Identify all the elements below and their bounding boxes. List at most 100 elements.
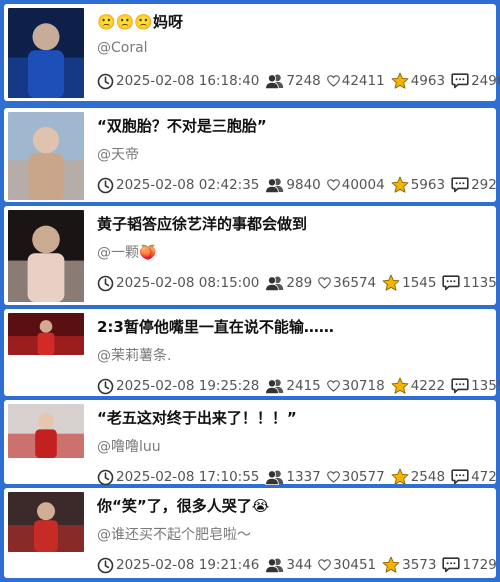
- post-stats: 2025-02-08 19:25:28 2415 30718 4222 135: [97, 377, 500, 395]
- post-likes: 40004: [341, 177, 385, 193]
- thumbnail-image: [8, 210, 84, 302]
- post-thumbnail[interactable]: [8, 8, 84, 98]
- stat-time: 2025-02-08 19:21:46: [97, 557, 259, 574]
- stat-comments[interactable]: 1729: [442, 557, 497, 573]
- post-author[interactable]: @茉莉薯条.: [97, 345, 171, 365]
- thumbnail-image: [8, 8, 84, 98]
- post-card[interactable]: 黄子韬答应徐艺洋的事都会做到 @一颗🍑 2025-02-08 08:15:00 …: [4, 206, 497, 305]
- clock-icon: [97, 557, 114, 573]
- star-icon: [391, 377, 409, 394]
- stat-comments[interactable]: 1359: [451, 378, 500, 394]
- post-likes: 42411: [341, 73, 385, 89]
- post-title[interactable]: “老五这对终于出来了！！！”: [97, 407, 488, 428]
- post-thumbnail[interactable]: [8, 112, 84, 200]
- thumbnail-image: [8, 313, 84, 355]
- post-title[interactable]: 黄子韬答应徐艺洋的事都会做到: [97, 213, 488, 234]
- post-views: 2415: [286, 378, 321, 394]
- post-comments: 2496: [471, 73, 500, 89]
- post-card[interactable]: 你“笑”了，很多人哭了😭 @谁还买不起个肥皂啦～ 2025-02-08 19:2…: [4, 488, 497, 578]
- stat-stars[interactable]: 4963: [391, 72, 445, 90]
- stat-time: 2025-02-08 08:15:00: [97, 275, 259, 292]
- stat-time: 2025-02-08 19:25:28: [97, 378, 259, 395]
- heart-icon: [326, 75, 340, 87]
- stat-likes[interactable]: 40004: [326, 177, 385, 193]
- heart-icon: [326, 471, 340, 483]
- post-card[interactable]: “老五这对终于出来了！！！” @噜噜luu 2025-02-08 17:10:5…: [4, 400, 497, 486]
- users-icon: [265, 178, 284, 193]
- post-comments: 1729: [462, 557, 497, 573]
- stat-comments[interactable]: 2496: [451, 73, 500, 89]
- post-stars: 1545: [402, 275, 437, 291]
- clock-icon: [97, 378, 114, 394]
- post-time: 2025-02-08 17:10:55: [116, 469, 260, 485]
- stat-comments[interactable]: 1135: [442, 275, 497, 291]
- heart-icon: [318, 559, 332, 571]
- users-icon: [265, 74, 284, 89]
- post-comments: 472: [471, 469, 497, 485]
- stat-likes[interactable]: 30451: [318, 557, 376, 573]
- clock-icon: [97, 73, 114, 89]
- post-author[interactable]: @一颗🍑: [97, 242, 156, 262]
- post-title[interactable]: 2:3暂停他嘴里一直在说不能输……: [97, 316, 488, 337]
- star-icon: [391, 72, 409, 89]
- users-icon: [265, 276, 284, 291]
- stat-time: 2025-02-08 17:10:55: [97, 469, 259, 486]
- post-list: 🙁🙁🙁妈呀 @Coral 2025-02-08 16:18:40 7248 42…: [0, 0, 500, 582]
- post-thumbnail[interactable]: [8, 404, 84, 458]
- stat-views: 9840: [265, 177, 321, 193]
- thumbnail-image: [8, 492, 84, 552]
- stat-likes[interactable]: 30718: [326, 378, 385, 394]
- post-title[interactable]: “双胞胎？不对是三胞胎”: [97, 115, 488, 136]
- stat-stars[interactable]: 4222: [391, 377, 445, 395]
- stat-stars[interactable]: 2548: [391, 468, 445, 486]
- stat-likes[interactable]: 42411: [326, 73, 385, 89]
- post-author[interactable]: @天帝: [97, 144, 139, 164]
- post-thumbnail[interactable]: [8, 210, 84, 302]
- post-time: 2025-02-08 02:42:35: [116, 177, 260, 193]
- star-icon: [391, 176, 409, 193]
- post-time: 2025-02-08 08:15:00: [116, 275, 260, 291]
- stat-stars[interactable]: 5963: [391, 176, 445, 194]
- post-stats: 2025-02-08 17:10:55 1337 30577 2548 472: [97, 468, 497, 486]
- post-card[interactable]: “双胞胎？不对是三胞胎” @天帝 2025-02-08 02:42:35 984…: [4, 108, 497, 202]
- post-title[interactable]: 🙁🙁🙁妈呀: [97, 11, 488, 32]
- stat-comments[interactable]: 472: [451, 469, 497, 485]
- stat-likes[interactable]: 36574: [318, 275, 376, 291]
- post-likes: 30577: [341, 469, 385, 485]
- star-icon: [382, 556, 400, 573]
- post-thumbnail[interactable]: [8, 313, 84, 355]
- stat-comments[interactable]: 292: [451, 177, 497, 193]
- post-stars: 4963: [410, 73, 446, 89]
- post-card[interactable]: 🙁🙁🙁妈呀 @Coral 2025-02-08 16:18:40 7248 42…: [4, 4, 500, 101]
- post-thumbnail[interactable]: [8, 492, 84, 552]
- comment-icon: [451, 177, 469, 193]
- stat-stars[interactable]: 1545: [382, 274, 436, 292]
- post-author[interactable]: @Coral: [97, 40, 148, 56]
- comment-icon: [442, 557, 461, 573]
- post-author[interactable]: @谁还买不起个肥皂啦～: [97, 524, 251, 544]
- stat-likes[interactable]: 30577: [326, 469, 385, 485]
- post-views: 1337: [286, 469, 321, 485]
- post-time: 2025-02-08 16:18:40: [116, 73, 260, 89]
- post-stars: 3573: [402, 557, 437, 573]
- post-comments: 1359: [471, 378, 500, 394]
- users-icon: [265, 379, 284, 394]
- post-stats: 2025-02-08 02:42:35 9840 40004 5963 292: [97, 176, 497, 194]
- star-icon: [382, 274, 400, 291]
- heart-icon: [326, 179, 340, 191]
- post-card[interactable]: 2:3暂停他嘴里一直在说不能输…… @茉莉薯条. 2025-02-08 19:2…: [4, 309, 500, 396]
- stat-stars[interactable]: 3573: [382, 556, 436, 574]
- users-icon: [265, 470, 284, 485]
- clock-icon: [97, 275, 114, 291]
- post-stars: 5963: [410, 177, 446, 193]
- stat-time: 2025-02-08 02:42:35: [97, 177, 259, 194]
- post-title[interactable]: 你“笑”了，很多人哭了😭: [97, 495, 488, 516]
- stat-views: 1337: [265, 469, 321, 485]
- post-author[interactable]: @噜噜luu: [97, 436, 161, 456]
- post-views: 7248: [286, 73, 321, 89]
- post-likes: 30718: [341, 378, 385, 394]
- users-icon: [265, 558, 284, 573]
- post-time: 2025-02-08 19:21:46: [116, 557, 260, 573]
- post-time: 2025-02-08 19:25:28: [116, 378, 260, 394]
- star-icon: [391, 468, 409, 485]
